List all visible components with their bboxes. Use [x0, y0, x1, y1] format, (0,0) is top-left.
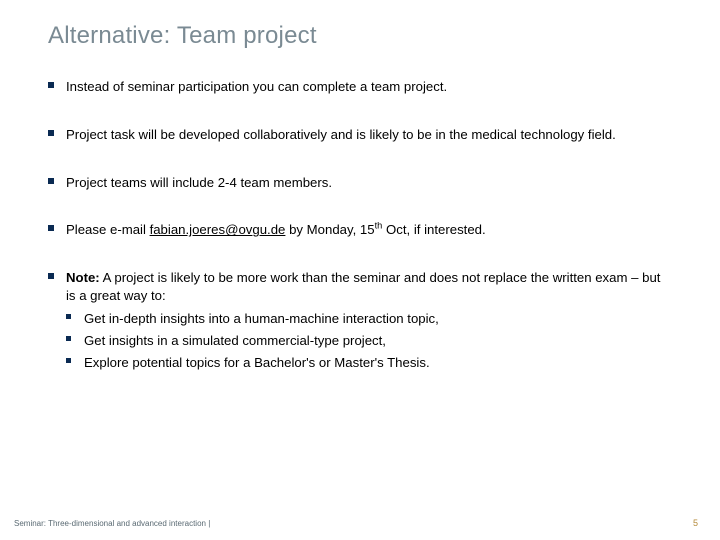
bullet-item: Project task will be developed collabora… [48, 126, 672, 144]
bullet-text: Project teams will include 2-4 team memb… [66, 175, 332, 190]
slide-title: Alternative: Team project [48, 22, 672, 50]
sub-bullet-list: Get in-depth insights into a human-machi… [66, 309, 672, 372]
sub-bullet-text: Explore potential topics for a Bachelor'… [84, 355, 430, 370]
bullet-text: Project task will be developed collabora… [66, 127, 616, 142]
bullet-item-note: Note: A project is likely to be more wor… [48, 269, 672, 372]
bullet-item: Instead of seminar participation you can… [48, 78, 672, 96]
sub-bullet-text: Get insights in a simulated commercial-t… [84, 333, 386, 348]
slide: Alternative: Team project Instead of sem… [0, 0, 720, 540]
note-label: Note: [66, 270, 100, 285]
email-link[interactable]: fabian.joeres@ovgu.de [150, 222, 286, 237]
footer-text: Seminar: Three-dimensional and advanced … [14, 519, 210, 528]
sub-bullet-text: Get in-depth insights into a human-machi… [84, 311, 439, 326]
note-text: A project is likely to be more work than… [66, 270, 660, 303]
sub-bullet-item: Get insights in a simulated commercial-t… [66, 331, 672, 350]
sub-bullet-item: Get in-depth insights into a human-machi… [66, 309, 672, 328]
bullet-item: Project teams will include 2-4 team memb… [48, 174, 672, 192]
bullet-text: Instead of seminar participation you can… [66, 79, 447, 94]
bullet-text-suffix: Oct, if interested. [382, 222, 485, 237]
bullet-text-mid: by Monday, 15 [285, 222, 374, 237]
sub-bullet-item: Explore potential topics for a Bachelor'… [66, 353, 672, 372]
page-number: 5 [693, 518, 698, 528]
bullet-item: Please e-mail fabian.joeres@ovgu.de by M… [48, 221, 672, 239]
bullet-list: Instead of seminar participation you can… [48, 78, 672, 372]
bullet-text-prefix: Please e-mail [66, 222, 150, 237]
